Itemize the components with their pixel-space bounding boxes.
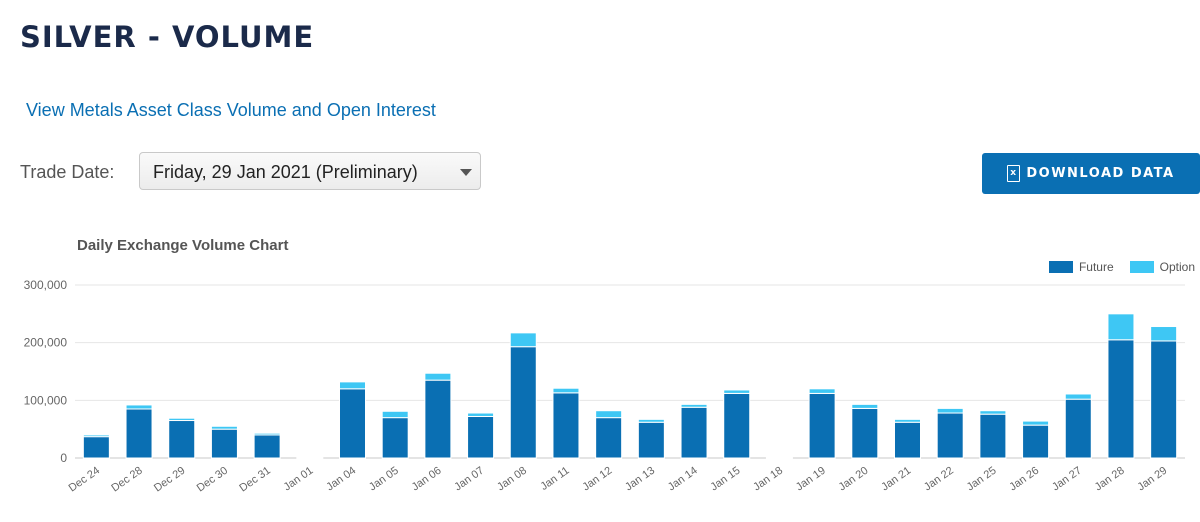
bar-future xyxy=(680,406,708,459)
trade-date-label: Trade Date: xyxy=(20,162,115,182)
dropdown-caret-icon xyxy=(460,169,472,176)
trade-date-value: Friday, 29 Jan 2021 (Preliminary) xyxy=(153,162,418,182)
x-tick-label: Jan 06 xyxy=(410,465,444,494)
x-tick-label: Jan 08 xyxy=(495,465,529,494)
bar-future xyxy=(552,392,580,459)
trade-date-select[interactable]: Friday, 29 Jan 2021 (Preliminary) xyxy=(139,152,481,190)
y-tick-label: 300,000 xyxy=(24,278,68,292)
bar-future xyxy=(637,421,665,459)
x-tick-label: Jan 15 xyxy=(709,465,743,494)
x-tick-label: Dec 31 xyxy=(237,465,272,495)
bar-future xyxy=(1107,339,1135,459)
x-tick-label: Dec 28 xyxy=(109,465,144,495)
bar-option xyxy=(253,432,281,436)
bar-future xyxy=(808,392,836,459)
bar-option xyxy=(1022,420,1050,426)
bar-future xyxy=(210,428,238,459)
bar-future xyxy=(1150,340,1178,459)
bar-option xyxy=(552,387,580,394)
chart-title: Daily Exchange Volume Chart xyxy=(77,237,289,254)
x-tick-label: Jan 22 xyxy=(922,465,956,494)
bar-future xyxy=(339,388,366,459)
x-tick-label: Jan 28 xyxy=(1093,465,1127,494)
x-tick-label: Jan 13 xyxy=(623,465,657,494)
x-tick-label: Dec 24 xyxy=(67,465,102,495)
x-tick-label: Jan 04 xyxy=(324,465,358,494)
bar-option xyxy=(125,404,153,410)
bar-option xyxy=(1150,326,1178,342)
bar-option xyxy=(894,418,921,423)
x-tick-label: Jan 07 xyxy=(452,465,486,494)
bar-future xyxy=(979,413,1007,459)
y-tick-label: 200,000 xyxy=(24,336,68,350)
x-tick-label: Jan 26 xyxy=(1007,465,1041,494)
x-tick-label: Jan 25 xyxy=(965,465,999,494)
bar-option xyxy=(680,403,708,408)
download-data-button[interactable]: x DOWNLOAD DATA xyxy=(982,153,1200,194)
x-tick-label: Jan 01 xyxy=(282,465,316,494)
bar-option xyxy=(851,403,879,409)
bar-future xyxy=(82,436,110,459)
x-tick-label: Jan 27 xyxy=(1050,465,1084,494)
bar-option xyxy=(467,412,495,417)
bar-future xyxy=(381,417,409,459)
bar-future xyxy=(168,420,196,459)
bar-future xyxy=(1064,398,1092,459)
x-tick-label: Jan 18 xyxy=(751,465,785,494)
download-data-label: DOWNLOAD DATA xyxy=(1026,166,1175,181)
x-tick-label: Dec 29 xyxy=(152,465,187,495)
bar-option xyxy=(168,417,196,422)
x-tick-label: Dec 30 xyxy=(195,465,230,495)
bar-option xyxy=(723,389,751,394)
bar-option xyxy=(936,407,964,414)
bar-future xyxy=(851,407,879,459)
bar-option xyxy=(1064,393,1092,400)
bar-option xyxy=(808,388,836,394)
x-tick-label: Jan 21 xyxy=(879,465,913,494)
bar-option xyxy=(637,418,665,423)
bar-option xyxy=(424,372,452,381)
asset-class-volume-link[interactable]: View Metals Asset Class Volume and Open … xyxy=(26,100,436,121)
y-tick-label: 100,000 xyxy=(24,393,68,407)
bar-future xyxy=(424,379,452,459)
x-tick-label: Jan 12 xyxy=(580,465,614,494)
x-tick-label: Jan 20 xyxy=(837,465,871,494)
bar-future xyxy=(467,415,495,459)
y-tick-label: 0 xyxy=(60,451,67,465)
bar-future xyxy=(509,346,537,459)
bar-future xyxy=(1022,424,1050,459)
x-tick-label: Jan 11 xyxy=(538,465,571,493)
bar-option xyxy=(82,434,110,438)
bar-option xyxy=(509,332,537,348)
excel-file-icon: x xyxy=(1007,165,1021,182)
bar-option xyxy=(1107,313,1135,341)
bar-option xyxy=(595,410,623,419)
bar-future xyxy=(253,434,281,459)
x-tick-label: Jan 14 xyxy=(666,465,700,494)
bar-future xyxy=(936,412,964,459)
bar-option xyxy=(381,410,409,419)
x-tick-label: Jan 29 xyxy=(1135,465,1169,494)
bar-future xyxy=(894,421,921,459)
bar-future xyxy=(125,408,153,459)
bar-option xyxy=(210,425,238,430)
bar-option xyxy=(339,381,366,390)
page-title: SILVER - VOLUME xyxy=(20,20,315,54)
bar-future xyxy=(595,417,623,459)
volume-chart: 0 100,000 200,000 300,000 Dec 24 Dec 28 Dec 29… xyxy=(24,278,1185,495)
bar-future xyxy=(723,392,751,459)
bar-option xyxy=(979,410,1007,415)
x-tick-label: Jan 19 xyxy=(794,465,828,494)
x-tick-label: Jan 05 xyxy=(367,465,401,494)
